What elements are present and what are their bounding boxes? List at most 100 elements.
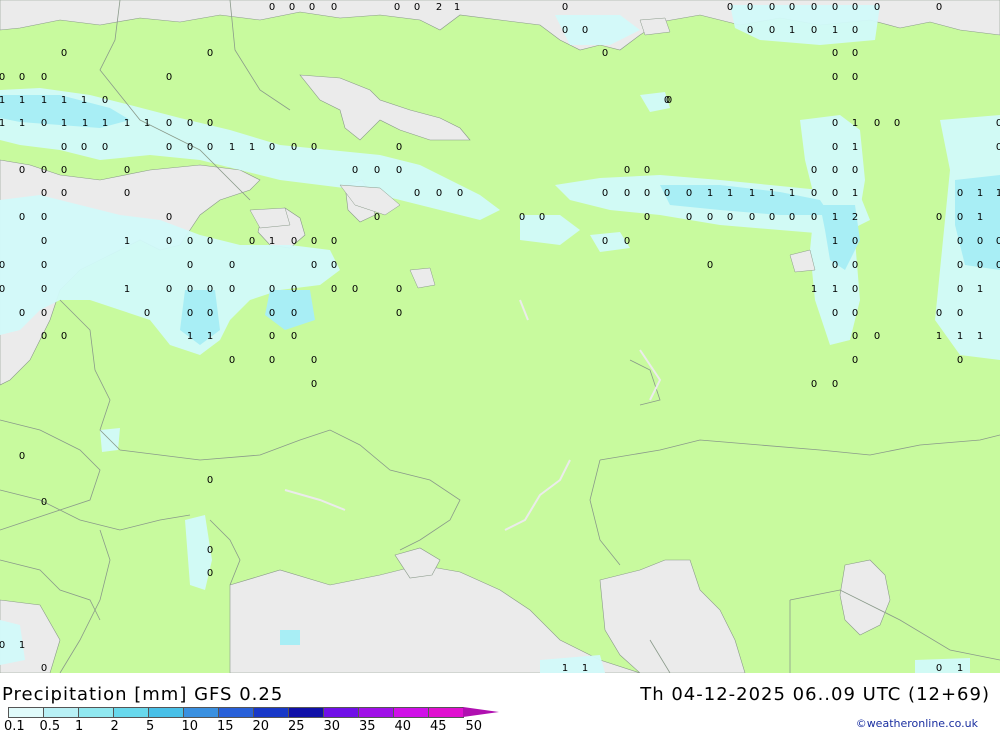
precip-value-label: 0: [124, 188, 130, 199]
precip-value-label: 1: [102, 118, 108, 129]
precip-value-label: 0: [602, 48, 608, 59]
precip-value-label: 1: [124, 236, 130, 247]
precip-value-label: 0: [936, 212, 942, 223]
precip-value-label: 0: [977, 236, 983, 247]
credit-link[interactable]: ©weatheronline.co.uk: [856, 717, 978, 730]
precip-value-label: 0: [41, 118, 47, 129]
precip-value-label: 0: [414, 188, 420, 199]
legend-label: 0.1: [4, 719, 25, 734]
precip-value-label: 1: [187, 331, 193, 342]
legend-swatch: [8, 707, 44, 718]
precip-value-label: 0: [19, 165, 25, 176]
precip-value-label: 0: [331, 284, 337, 295]
precip-value-label: 0: [207, 48, 213, 59]
precip-value-label: 0: [832, 142, 838, 153]
precip-value-label: 0: [562, 25, 568, 36]
precip-value-label: 0: [852, 72, 858, 83]
precip-value-label: 0: [102, 142, 108, 153]
precip-value-label: 0: [166, 236, 172, 247]
precip-value-label: 1: [832, 236, 838, 247]
precip-value-label: 0: [832, 188, 838, 199]
precip-value-label: 0: [749, 212, 755, 223]
legend-swatch: [78, 707, 114, 718]
precip-value-label: 1: [0, 95, 5, 106]
precip-value-label: 0: [41, 212, 47, 223]
precip-value-label: 1: [811, 284, 817, 295]
precip-value-label: 0: [187, 236, 193, 247]
precip-value-label: 0: [229, 284, 235, 295]
precip-value-label: 1: [0, 118, 5, 129]
precip-value-label: 1: [61, 118, 67, 129]
precip-value-label: 1: [727, 188, 733, 199]
legend-label: 40: [394, 719, 412, 734]
precip-value-label: 0: [811, 188, 817, 199]
precip-value-label: 0: [187, 284, 193, 295]
precip-value-label: 0: [207, 284, 213, 295]
precip-value-label: 1: [562, 663, 568, 673]
precip-value-label: 2: [436, 2, 442, 13]
precip-value-label: 0: [811, 212, 817, 223]
precip-value-label: 0: [747, 2, 753, 13]
precip-value-label: 1: [207, 331, 213, 342]
precip-value-label: 0: [207, 475, 213, 486]
precip-value-label: 0: [394, 2, 400, 13]
precip-value-label: 0: [811, 2, 817, 13]
precip-value-label: 0: [727, 212, 733, 223]
precip-value-label: 0: [187, 142, 193, 153]
precip-value-label: 0: [624, 236, 630, 247]
precip-value-label: 0: [166, 212, 172, 223]
precip-value-label: 0: [81, 142, 87, 153]
precip-value-label: 1: [996, 188, 1000, 199]
legend-label: 2: [110, 719, 119, 734]
precip-value-label: 0: [666, 95, 672, 106]
precip-value-label: 1: [81, 95, 87, 106]
legend-label: 1: [75, 719, 84, 734]
precip-value-label: 0: [852, 331, 858, 342]
precip-value-label: 1: [124, 118, 130, 129]
precip-value-label: 1: [707, 188, 713, 199]
precip-value-label: 0: [331, 260, 337, 271]
legend-label: 15: [217, 719, 234, 734]
precip-value-label: 0: [0, 284, 5, 295]
precip-value-label: 0: [582, 25, 588, 36]
legend-label: 20: [252, 719, 270, 734]
precip-value-label: 1: [957, 331, 963, 342]
precip-value-label: 0: [207, 142, 213, 153]
precip-value-label: 1: [749, 188, 755, 199]
precip-value-label: 0: [0, 260, 5, 271]
precip-value-label: 0: [291, 308, 297, 319]
precip-value-label: 0: [19, 451, 25, 462]
precip-value-label: 0: [957, 188, 963, 199]
legend-label: 25: [288, 719, 305, 734]
precip-value-label: 2: [852, 212, 858, 223]
precip-value-label: 0: [187, 308, 193, 319]
color-legend: [8, 707, 499, 718]
legend-swatch: [113, 707, 149, 718]
precip-value-label: 0: [352, 165, 358, 176]
precip-value-label: 0: [874, 118, 880, 129]
precip-value-label: 0: [396, 284, 402, 295]
precip-value-label: 0: [41, 331, 47, 342]
precip-value-label: 0: [977, 260, 983, 271]
precipitation-map: 0 0 0 0 0 0 2 1 0 0 0 0 0 0 0 0 0 0 0 0 0 0 1 0 1 0 0 0 0 0 0 0 0 0 0 0 0 0 1 1…: [0, 0, 1000, 673]
precip-value-label: 1: [789, 25, 795, 36]
precip-value-label: 1: [789, 188, 795, 199]
precip-value-label: 0: [311, 236, 317, 247]
legend-swatch: [428, 707, 464, 718]
precip-value-label: 0: [874, 2, 880, 13]
precip-value-label: 0: [311, 260, 317, 271]
precip-value-label: 0: [41, 72, 47, 83]
precip-value-label: 1: [124, 284, 130, 295]
precip-value-label: 0: [166, 284, 172, 295]
precip-value-label: 1: [582, 663, 588, 673]
precip-value-label: 0: [41, 497, 47, 508]
precip-value-label: 0: [61, 188, 67, 199]
precip-value-label: 0: [957, 308, 963, 319]
precip-value-label: 0: [852, 48, 858, 59]
legend-label: 10: [181, 719, 199, 734]
precip-value-label: 0: [291, 142, 297, 153]
precip-value-label: 0: [291, 331, 297, 342]
precip-value-label: 0: [852, 355, 858, 366]
precip-value-label: 0: [41, 308, 47, 319]
precip-value-label: 0: [166, 118, 172, 129]
